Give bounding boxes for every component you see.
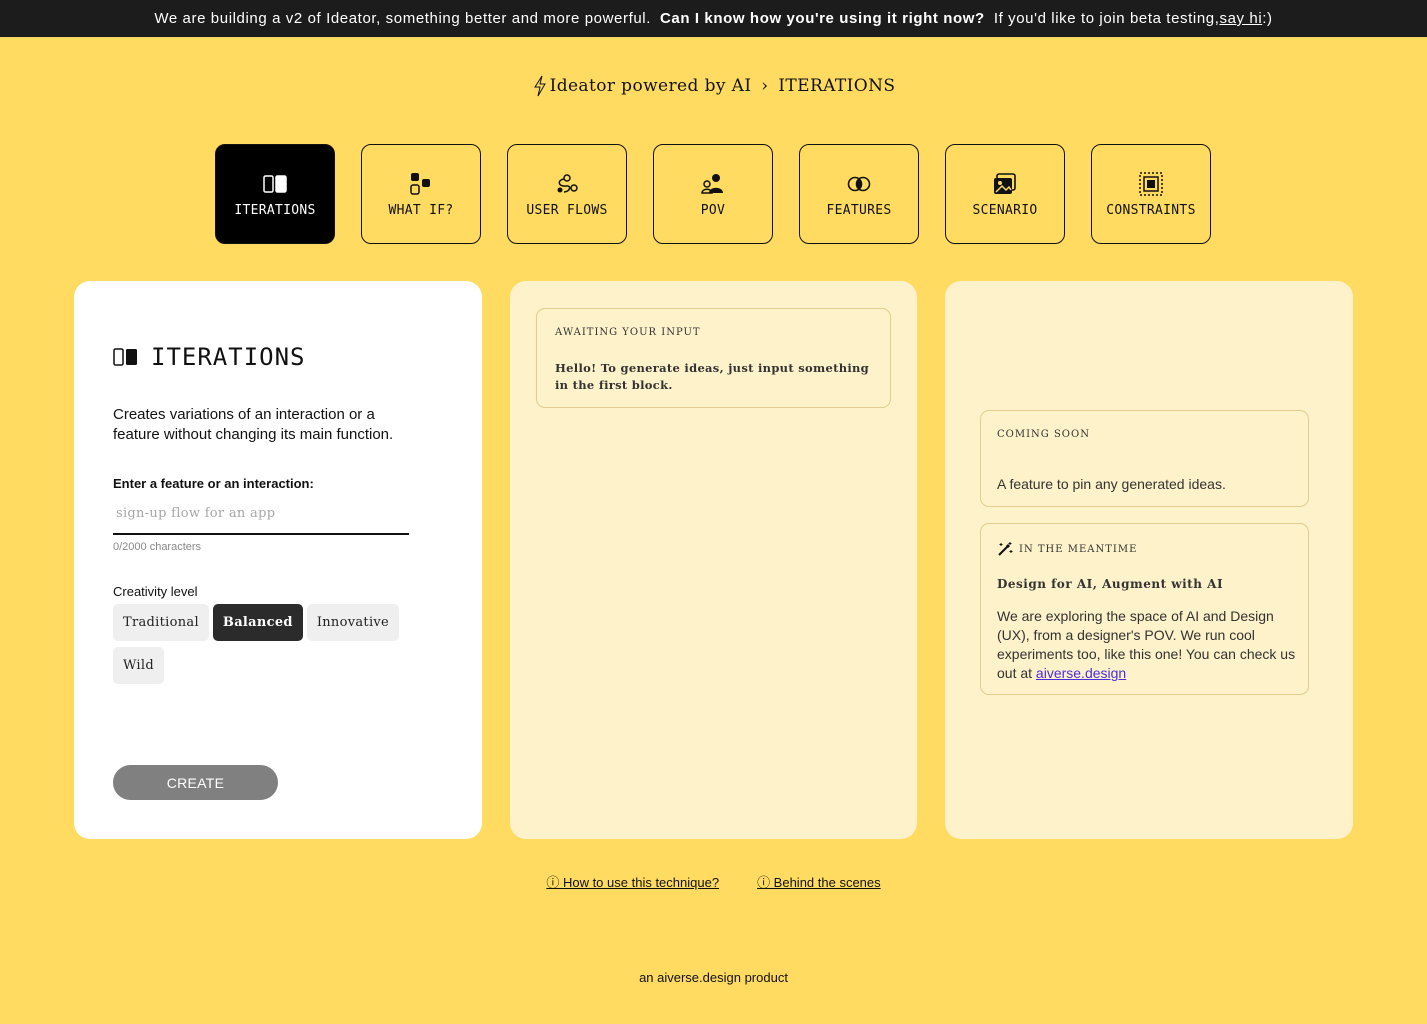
what-if-icon xyxy=(410,172,430,195)
tab-label: WHAT IF? xyxy=(388,202,454,218)
awaiting-input-card: AWAITING YOUR INPUT Hello! To generate i… xyxy=(536,308,891,408)
footer-text: an aiverse.design product xyxy=(639,970,788,985)
announcement-banner: We are building a v2 of Ideator, somethi… xyxy=(0,0,1427,37)
input-panel: ITERATIONS Creates variations of an inte… xyxy=(74,281,482,839)
behind-the-scenes-link[interactable]: ⓘ Behind the scenes xyxy=(757,872,881,891)
creativity-wild-button[interactable]: Wild xyxy=(113,647,164,684)
tab-label: USER FLOWS xyxy=(526,202,608,218)
meantime-caption-row: IN THE MEANTIME xyxy=(997,541,1137,557)
iterations-icon xyxy=(113,348,137,366)
tab-label: FEATURES xyxy=(826,202,892,218)
meantime-card: IN THE MEANTIME Design for AI, Augment w… xyxy=(980,523,1309,695)
technique-description: Creates variations of an interaction or … xyxy=(113,406,394,443)
page-title: Ideator powered by AI › ITERATIONS xyxy=(0,74,1427,98)
aiverse-link[interactable]: aiverse.design xyxy=(1036,665,1126,681)
tab-label: POV xyxy=(700,202,726,218)
constraints-icon xyxy=(1139,171,1163,196)
creativity-level-label: Creativity level xyxy=(113,584,198,599)
meantime-caption: IN THE MEANTIME xyxy=(1019,543,1138,555)
tab-label: ITERATIONS xyxy=(234,202,316,218)
user-flows-icon xyxy=(557,173,578,193)
output-panel: AWAITING YOUR INPUT Hello! To generate i… xyxy=(510,281,917,839)
banner-question: Can I know how you're using it right now… xyxy=(659,10,985,27)
how-to-use-link[interactable]: ⓘ How to use this technique? xyxy=(546,872,719,891)
creativity-innovative-button[interactable]: Innovative xyxy=(306,604,400,641)
meantime-heading: Design for AI, Augment with AI xyxy=(997,577,1224,591)
pov-icon xyxy=(701,173,723,194)
breadcrumb-separator: › xyxy=(761,76,769,96)
tab-user-flows[interactable]: USER FLOWS xyxy=(507,144,627,244)
awaiting-caption: AWAITING YOUR INPUT xyxy=(555,327,701,338)
banner-tail: :) xyxy=(1262,10,1273,27)
tab-features[interactable]: FEATURES xyxy=(799,144,919,244)
awaiting-message: Hello! To generate ideas, just input som… xyxy=(555,361,870,392)
panel-title-text: ITERATIONS xyxy=(151,343,306,371)
tab-scenario[interactable]: SCENARIO xyxy=(945,144,1065,244)
tab-what-if[interactable]: WHAT IF? xyxy=(361,144,481,244)
coming-soon-card: COMING SOON A feature to pin any generat… xyxy=(980,410,1309,507)
feature-input-label: Enter a feature or an interaction: xyxy=(113,476,314,491)
magic-wand-icon xyxy=(998,542,1013,556)
tab-pov[interactable]: POV xyxy=(653,144,773,244)
lightning-icon xyxy=(533,75,546,97)
panel-title: ITERATIONS xyxy=(113,343,306,371)
creativity-traditional-button[interactable]: Traditional xyxy=(113,604,209,641)
side-panel: COMING SOON A feature to pin any generat… xyxy=(945,281,1353,839)
coming-soon-caption: COMING SOON xyxy=(997,429,1090,440)
banner-text: We are building a v2 of Ideator, somethi… xyxy=(154,10,651,27)
app-name: Ideator powered by AI xyxy=(549,76,752,96)
tab-constraints[interactable]: CONSTRAINTS xyxy=(1091,144,1211,244)
feature-input[interactable] xyxy=(113,501,409,535)
coming-soon-text: A feature to pin any generated ideas. xyxy=(997,476,1226,492)
banner-text-2: If you'd like to join beta testing, xyxy=(993,10,1220,27)
iterations-icon xyxy=(263,174,287,193)
help-links: ⓘ How to use this technique? ⓘ Behind th… xyxy=(0,872,1427,891)
tab-label: SCENARIO xyxy=(972,202,1038,218)
breadcrumb-current: ITERATIONS xyxy=(778,76,896,96)
features-icon xyxy=(847,176,871,191)
scenario-icon xyxy=(994,172,1016,194)
character-counter: 0/2000 characters xyxy=(113,541,202,553)
create-button[interactable]: CREATE xyxy=(113,765,278,800)
tab-label: CONSTRAINTS xyxy=(1106,202,1196,218)
creativity-balanced-button[interactable]: Balanced xyxy=(212,604,303,641)
creativity-level-options: Traditional Balanced Innovative Wild xyxy=(113,604,403,684)
meantime-body: We are exploring the space of AI and Des… xyxy=(997,607,1297,683)
say-hi-link[interactable]: say hi xyxy=(1219,10,1262,27)
tab-iterations[interactable]: ITERATIONS xyxy=(215,144,335,244)
technique-tabs: ITERATIONS WHAT IF? USER FLOWS POV FEATU… xyxy=(215,144,1211,244)
